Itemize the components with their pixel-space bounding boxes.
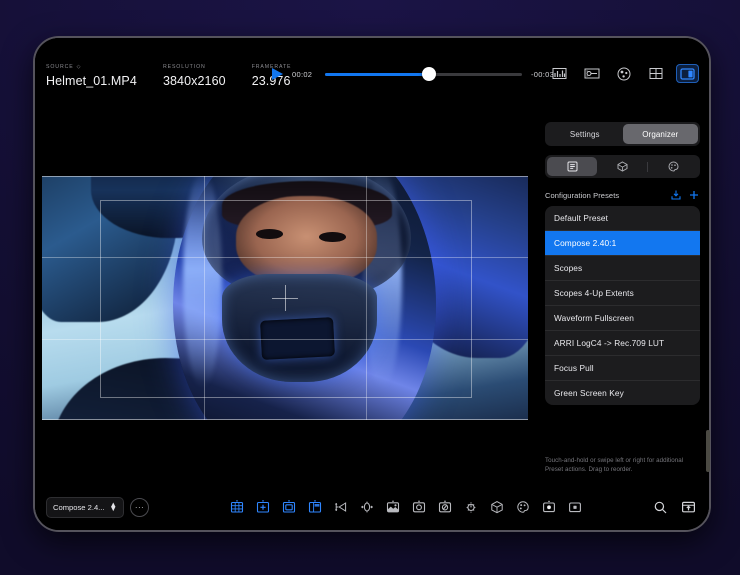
- flip-image-icon[interactable]: [357, 499, 376, 515]
- play-icon[interactable]: [272, 68, 283, 80]
- false-color-icon[interactable]: [409, 499, 428, 515]
- preset-more-button[interactable]: ···: [130, 498, 149, 517]
- preset-row[interactable]: Waveform Fullscreen: [545, 306, 700, 331]
- cube-3d-icon: [617, 161, 628, 172]
- sidebar-panel-icon[interactable]: [676, 64, 699, 83]
- resolution-block: RESOLUTION 3840x2160: [163, 64, 226, 89]
- presets-list-icon: [567, 161, 578, 172]
- preset-selector-group: Compose 2.4... ▲▼ ···: [46, 497, 149, 518]
- palette-icon: [668, 161, 679, 172]
- sidebar-tab-bar: [545, 155, 700, 178]
- tab-palette[interactable]: [648, 157, 698, 176]
- source-block[interactable]: SOURCE ◇ Helmet_01.MP4: [46, 64, 137, 89]
- device-side-button[interactable]: [706, 430, 710, 472]
- exposure-icon[interactable]: [435, 499, 454, 515]
- color-wheel-icon[interactable]: [612, 64, 635, 83]
- focus-peaking-icon[interactable]: [461, 499, 480, 515]
- chevron-updown-icon: ◇: [77, 64, 82, 71]
- vectorscope-parade-icon[interactable]: [580, 64, 603, 83]
- presets-section-header: Configuration Presets: [545, 189, 700, 201]
- right-sidebar: Settings Organizer: [536, 110, 709, 484]
- view-mode-icons: [548, 64, 699, 83]
- preset-row[interactable]: Focus Pull: [545, 356, 700, 381]
- center-marker-icon[interactable]: [253, 499, 272, 515]
- export-share-icon[interactable]: [679, 499, 698, 515]
- video-frame: [42, 148, 528, 448]
- chevron-updown-icon: ▲▼: [110, 503, 118, 511]
- resolution-value: 3840x2160: [163, 73, 226, 89]
- frame-mask-vent: [260, 317, 335, 360]
- presets-section-title: Configuration Presets: [545, 191, 664, 200]
- scrubber-fill: [325, 73, 429, 76]
- source-label: SOURCE ◇: [46, 64, 137, 71]
- add-preset-icon[interactable]: [688, 189, 700, 201]
- search-icon[interactable]: [651, 499, 670, 515]
- color-palette-icon[interactable]: [539, 499, 558, 515]
- preset-select-value: Compose 2.4...: [53, 503, 105, 512]
- image-overlay-icon[interactable]: [383, 499, 402, 515]
- frame-guide-icon[interactable]: [279, 499, 298, 515]
- screenshot-root: SOURCE ◇ Helmet_01.MP4 RESOLUTION 3840x2…: [0, 0, 740, 575]
- lut-cube-icon[interactable]: [513, 499, 532, 515]
- preset-row[interactable]: Green Screen Key: [545, 381, 700, 405]
- tablet-screen: SOURCE ◇ Helmet_01.MP4 RESOLUTION 3840x2…: [35, 38, 709, 530]
- transport-controls: 00:02 -00:03: [272, 68, 555, 80]
- segment-settings[interactable]: Settings: [547, 124, 623, 144]
- scrubber-track[interactable]: [325, 73, 522, 76]
- sidebar-segmented-control: Settings Organizer: [545, 122, 700, 146]
- letterbox-top: [42, 148, 528, 176]
- preset-row[interactable]: Scopes: [545, 256, 700, 281]
- letterbox-bottom: [42, 420, 528, 448]
- pixel-probe-icon[interactable]: [565, 499, 584, 515]
- frame-eye-right: [319, 232, 346, 242]
- layout-guide-icon[interactable]: [305, 499, 324, 515]
- frame-eye-left: [256, 229, 283, 239]
- bottom-right-actions: [651, 499, 698, 515]
- preset-row[interactable]: Default Preset: [545, 206, 700, 231]
- top-bar: SOURCE ◇ Helmet_01.MP4 RESOLUTION 3840x2…: [35, 38, 709, 110]
- waveform-monitor-icon[interactable]: [548, 64, 571, 83]
- preset-row-selected[interactable]: Compose 2.40:1: [545, 231, 700, 256]
- source-label-text: SOURCE: [46, 64, 74, 71]
- tablet-device: SOURCE ◇ Helmet_01.MP4 RESOLUTION 3840x2…: [33, 36, 711, 532]
- tab-presets-list[interactable]: [547, 157, 597, 176]
- zebra-icon[interactable]: [487, 499, 506, 515]
- preset-row[interactable]: Scopes 4-Up Extents: [545, 281, 700, 306]
- overlay-tool-icons: [227, 499, 584, 515]
- quad-grid-icon[interactable]: [644, 64, 667, 83]
- presets-list: Default Preset Compose 2.40:1 Scopes Sco…: [545, 206, 700, 405]
- tab-cube-3d[interactable]: [597, 157, 647, 176]
- grid-overlay-icon[interactable]: [227, 499, 246, 515]
- bottom-toolbar: Compose 2.4... ▲▼ ···: [35, 484, 709, 530]
- video-preview[interactable]: [42, 148, 528, 448]
- segment-organizer[interactable]: Organizer: [623, 124, 699, 144]
- presets-hint-text: Touch-and-hold or swipe left or right fo…: [545, 456, 700, 474]
- preset-row[interactable]: ARRI LogC4 -> Rec.709 LUT: [545, 331, 700, 356]
- source-value: Helmet_01.MP4: [46, 73, 137, 89]
- scrubber-handle[interactable]: [422, 67, 436, 81]
- preset-select[interactable]: Compose 2.4... ▲▼: [46, 497, 124, 518]
- elapsed-time: 00:02: [292, 70, 316, 79]
- frame-face: [236, 196, 377, 286]
- anamorphic-desqueeze-icon[interactable]: [331, 499, 350, 515]
- import-preset-icon[interactable]: [670, 189, 682, 201]
- resolution-label: RESOLUTION: [163, 64, 226, 71]
